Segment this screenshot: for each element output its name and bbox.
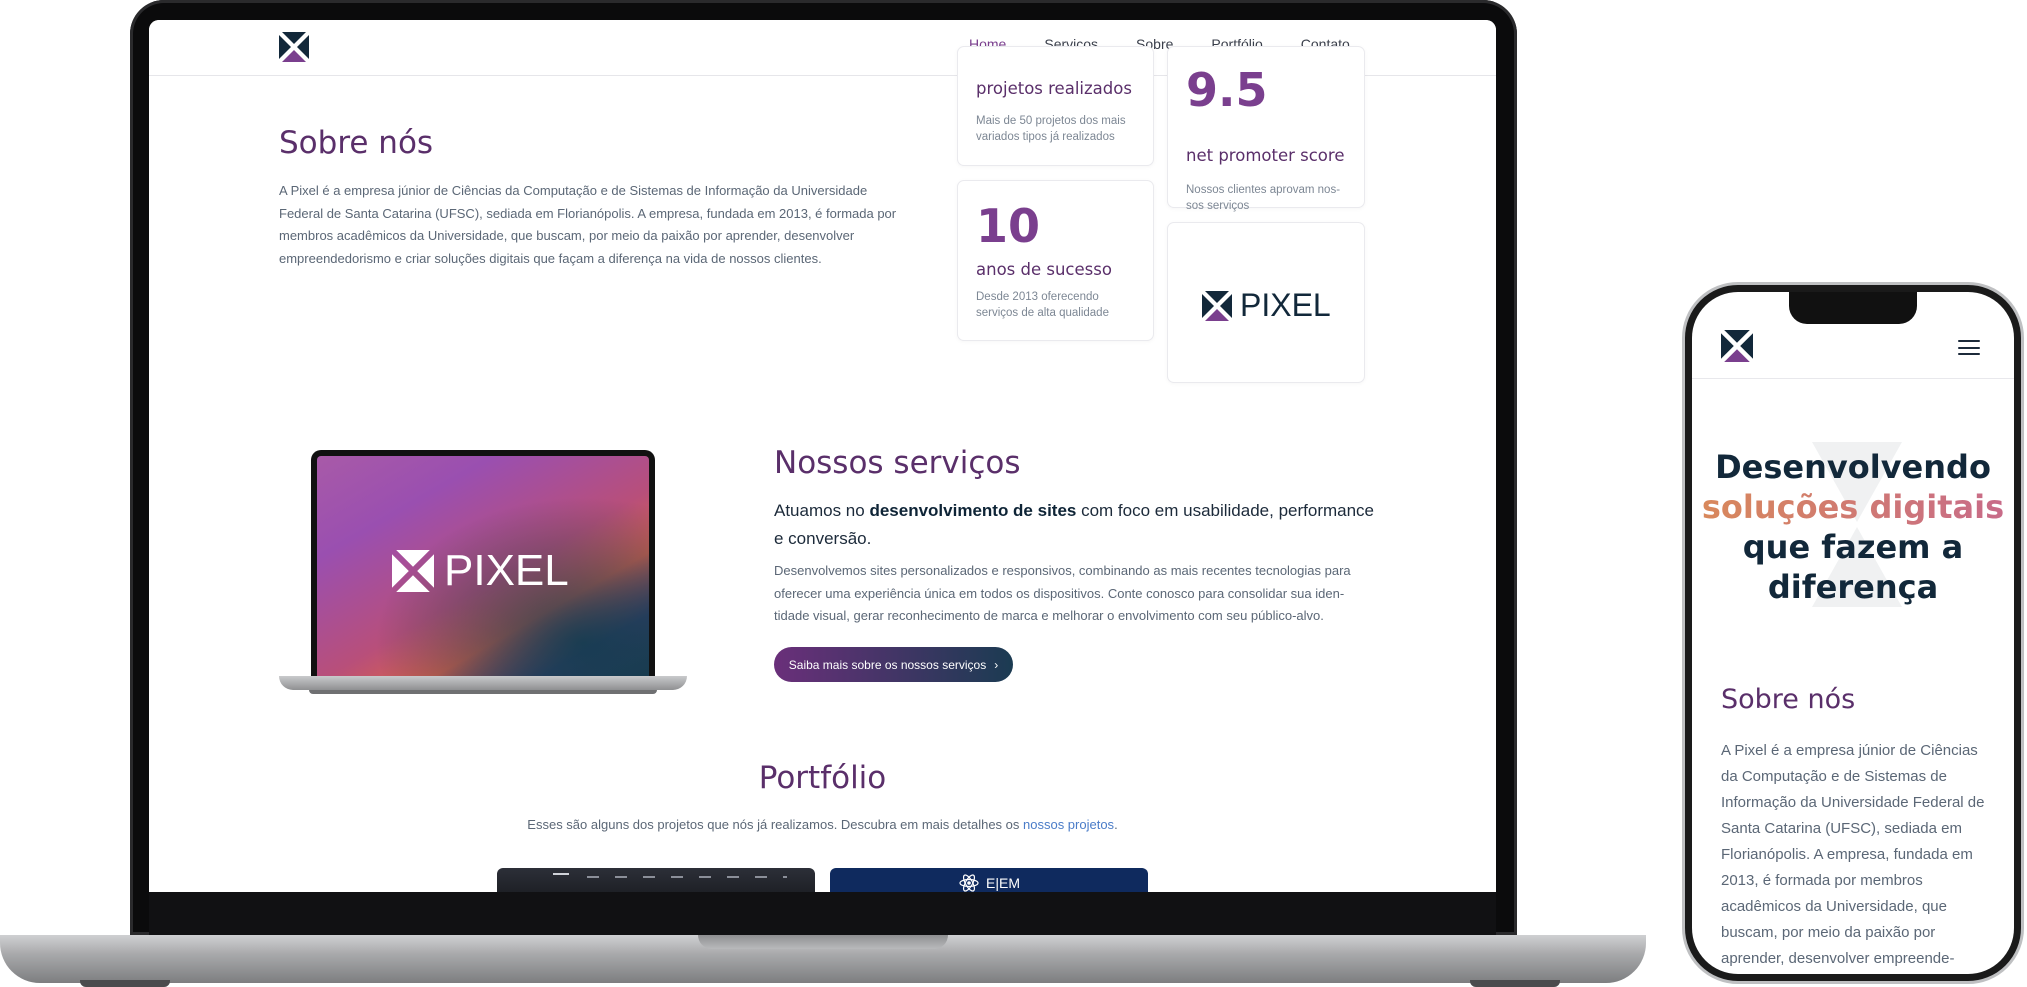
card-logo-icon — [553, 873, 569, 883]
stat-label: projetos realizados — [976, 79, 1132, 98]
laptop-bezel — [149, 892, 1496, 935]
stat-label: net promoter score — [1186, 146, 1345, 165]
portfolio-card[interactable]: E|EM — [830, 868, 1148, 892]
servicos-title: Nossos serviços — [774, 445, 1021, 481]
laptop-screen: Home Serviços Sobre Portfólio Contato So… — [149, 20, 1496, 892]
laptop-display: PIXEL — [317, 456, 649, 676]
atom-icon — [959, 874, 979, 892]
menu-icon[interactable] — [1958, 340, 1980, 355]
mock-pixel-logo: PIXEL — [392, 546, 569, 596]
laptop-image-foot — [309, 690, 657, 694]
pixel-wordmark: PIXEL — [1240, 287, 1331, 323]
stat-label: anos de sucesso — [976, 260, 1112, 279]
pixel-logo-card: PIXEL — [1167, 222, 1365, 383]
phone-notch — [1789, 292, 1917, 324]
servicos-lead: Atuamos no desenvolvimento de sites com … — [774, 497, 1374, 553]
laptop-foot — [80, 980, 170, 987]
button-label: Saiba mais sobre os nossos serviços — [788, 657, 987, 672]
card-nav — [587, 876, 787, 878]
hero-line: Desenvolvendo — [1715, 448, 1991, 486]
laptop-image-base — [279, 676, 687, 690]
phone-screen: Desenvolvendo soluções digitais que faze… — [1692, 292, 2014, 974]
stat-number: 9.5 — [1186, 63, 1268, 117]
portfolio-title: Portfólio — [758, 760, 887, 796]
hero-line: diferença — [1767, 568, 1939, 606]
saiba-mais-button[interactable]: Saiba mais sobre os nossos serviços › — [774, 647, 1013, 682]
stat-desc: Nossos clientes aprovam nos-sos serviços — [1186, 184, 1341, 212]
stat-card-years: 10 anos de sucesso Desde 2013 oferecendo… — [957, 180, 1154, 341]
hero-line-accent: soluções digitais — [1692, 487, 2014, 527]
subtitle-prefix: Esses são alguns dos projetos que nós já… — [527, 817, 1023, 832]
pixel-logo-icon[interactable] — [1721, 330, 1753, 362]
portfolio-subtitle: Esses são alguns dos projetos que nós já… — [149, 817, 1496, 832]
laptop-foot — [1470, 980, 1560, 987]
sobre-text: A Pixel é a empresa júnior de Ciências d… — [279, 183, 897, 266]
pixel-logo: PIXEL — [1202, 287, 1331, 324]
portfolio-card[interactable] — [497, 868, 815, 892]
stat-desc: Mais de 50 projetos dos mais variados ti… — [976, 115, 1126, 143]
card-label: E|EM — [986, 875, 1020, 891]
hero-line: que fazem a — [1742, 528, 1964, 566]
pixel-logo-icon — [1202, 290, 1232, 321]
subtitle-suffix: . — [1114, 817, 1118, 832]
servicos-text: Desenvolvemos sites personalizados e res… — [774, 563, 1351, 623]
pixel-logo-icon — [392, 550, 434, 592]
sobre-title: Sobre nós — [279, 125, 434, 161]
stat-number: 10 — [976, 199, 1041, 253]
lead-prefix: Atuamos no — [774, 501, 870, 520]
mobile-sobre-text: A Pixel é a empresa júnior de Ciências d… — [1721, 742, 1985, 967]
stat-card-projects: projetos realizados Mais de 50 projetos … — [957, 46, 1154, 166]
chevron-right-icon: › — [994, 657, 999, 672]
mock-pixel-wordmark: PIXEL — [444, 546, 569, 595]
stat-desc: Desde 2013 oferecendo serviços de alta q… — [976, 291, 1109, 319]
nossos-projetos-link[interactable]: nossos projetos — [1023, 817, 1114, 832]
laptop-thumb-notch — [698, 935, 948, 949]
pixel-logo-icon[interactable] — [279, 32, 309, 62]
stat-card-nps: 9.5 net promoter score Nossos clientes a… — [1167, 46, 1365, 212]
servicos-laptop-image: PIXEL — [311, 450, 655, 676]
mobile-sobre-title: Sobre nós — [1721, 684, 1856, 715]
lead-bold: desenvolvimento de sites — [869, 501, 1077, 520]
hero-title: Desenvolvendo soluções digitais que faze… — [1692, 447, 2014, 607]
